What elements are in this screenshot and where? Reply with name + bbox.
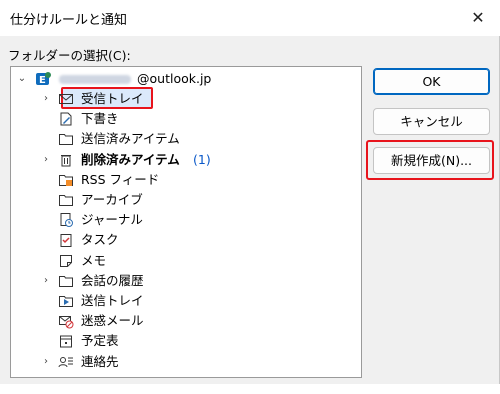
- folder-label: 連絡先: [81, 353, 119, 369]
- tasks-icon: [58, 232, 74, 248]
- journal-icon: [58, 212, 74, 228]
- folder-row[interactable]: › 削除済みアイテム (1): [11, 150, 361, 170]
- folder-label: 送信トレイ: [81, 293, 144, 308]
- trash-icon: [58, 152, 74, 168]
- folder-label: 会話の履歴: [81, 272, 144, 288]
- folder-row[interactable]: 送信済みアイテム: [11, 129, 361, 149]
- folder-row[interactable]: RSS フィード: [11, 170, 361, 190]
- expand-chevron-icon[interactable]: ›: [41, 89, 51, 109]
- folder-row[interactable]: › 連絡先: [11, 352, 361, 372]
- contacts-icon: [58, 354, 74, 370]
- folder-label: RSS フィード: [81, 171, 160, 187]
- unread-count: (1): [193, 151, 211, 167]
- folder-row[interactable]: › 受信トレイ: [11, 89, 361, 109]
- account-email-suffix: @outlook.jp: [137, 71, 212, 86]
- folder-label: 迷惑メール: [81, 313, 144, 329]
- notes-icon: [58, 253, 74, 269]
- account-name-redacted: [59, 75, 131, 84]
- folder-label: タスク: [81, 232, 119, 248]
- junk-email-icon: [58, 313, 74, 329]
- folder-row[interactable]: 迷惑メール: [11, 311, 361, 331]
- collapse-chevron-icon[interactable]: ⌄: [17, 69, 27, 89]
- rss-icon: [58, 172, 74, 188]
- drafts-icon: [58, 111, 74, 127]
- folder-label: 送信済みアイテム: [81, 131, 180, 147]
- folder-row[interactable]: 下書き: [11, 109, 361, 129]
- conversation-history-icon: [58, 273, 74, 289]
- folder-label: 下書き: [81, 111, 119, 127]
- cancel-button[interactable]: キャンセル: [373, 108, 490, 135]
- title-bar: 仕分けルールと通知 ✕: [0, 0, 500, 36]
- expand-chevron-icon[interactable]: ›: [41, 271, 51, 291]
- folder-row[interactable]: メモ: [11, 251, 361, 271]
- rules-dialog: 仕分けルールと通知 ✕ フォルダーの選択(C): ⌄ E @outlook.jp…: [0, 0, 500, 394]
- folder-row[interactable]: アーカイブ: [11, 190, 361, 210]
- folder-label: ジャーナル: [81, 212, 143, 228]
- folder-tree[interactable]: ⌄ E @outlook.jp › 受信トレイ下書き送信済みアイテム › 削除済みアイ…: [10, 66, 362, 378]
- folder-label: アーカイブ: [81, 192, 143, 207]
- bottom-strip: [0, 384, 500, 394]
- archive-icon: [58, 192, 74, 208]
- folder-label: 削除済みアイテム: [81, 151, 180, 167]
- ok-button[interactable]: OK: [373, 68, 490, 95]
- expand-chevron-icon[interactable]: ›: [41, 352, 51, 372]
- outlook-account-icon: E: [35, 71, 51, 87]
- calendar-icon: [58, 333, 74, 349]
- sent-items-icon: [58, 131, 74, 147]
- outbox-icon: [58, 293, 74, 309]
- svg-text:E: E: [39, 75, 46, 86]
- close-icon[interactable]: ✕: [466, 6, 490, 30]
- folder-label: 受信トレイ: [81, 91, 144, 106]
- folder-row[interactable]: ジャーナル: [11, 210, 361, 230]
- folder-select-label: フォルダーの選択(C):: [8, 48, 131, 63]
- expand-chevron-icon[interactable]: ›: [41, 150, 51, 170]
- inbox-icon: [58, 91, 74, 107]
- folder-label: 予定表: [81, 333, 119, 349]
- folder-row[interactable]: › 会話の履歴: [11, 271, 361, 291]
- dialog-title: 仕分けルールと通知: [10, 13, 128, 28]
- folder-label: メモ: [81, 252, 107, 268]
- account-row[interactable]: ⌄ E @outlook.jp: [11, 69, 361, 89]
- folder-row[interactable]: タスク: [11, 230, 361, 250]
- folder-row[interactable]: 予定表: [11, 331, 361, 351]
- new-button-highlight: [366, 140, 494, 180]
- folder-row[interactable]: 送信トレイ: [11, 291, 361, 311]
